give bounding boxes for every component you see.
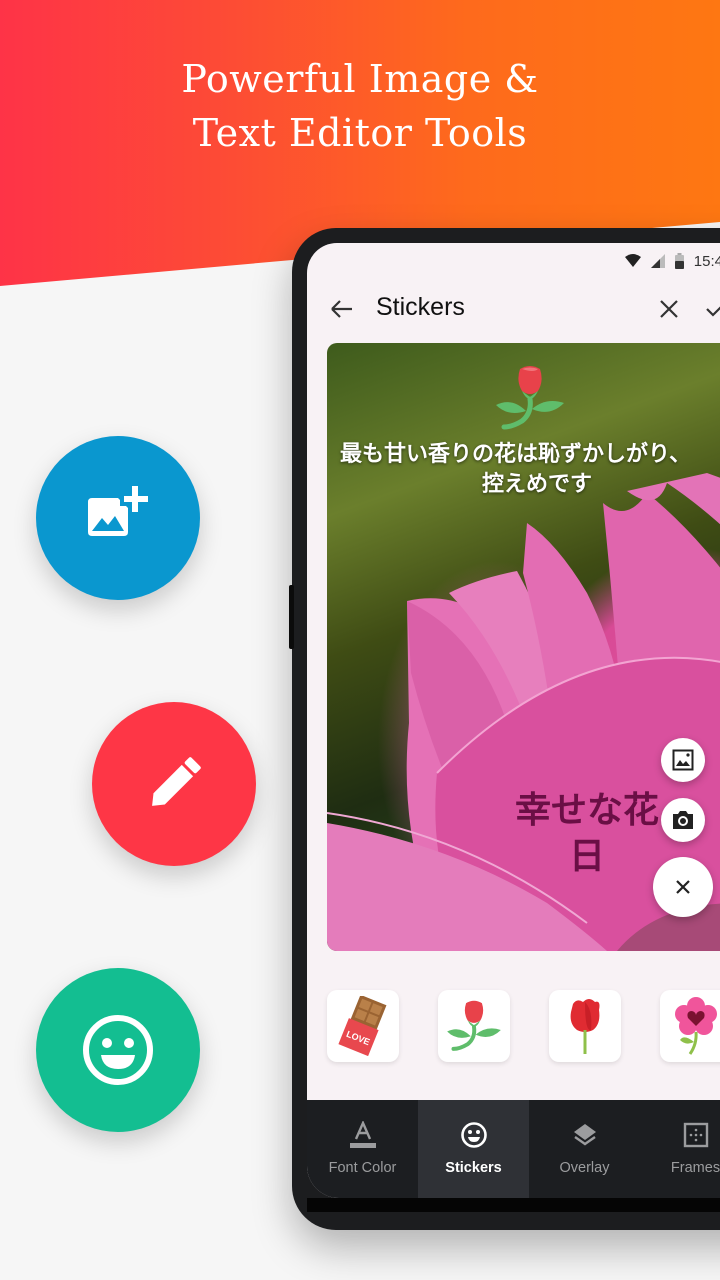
sticker-heart-flower[interactable] [660,990,720,1062]
sticker-red-rose[interactable] [549,990,621,1062]
page-title: Stickers [376,293,465,321]
phone-bottom-bezel [307,1198,720,1212]
quote-text-line-2[interactable]: 控えめです [327,469,720,499]
close-fab-button[interactable] [653,857,713,917]
rose-sticker[interactable] [492,363,568,433]
sticker-strip: LOVE [307,978,720,1068]
tab-font-color[interactable]: Font Color [307,1100,418,1198]
layers-icon [573,1124,596,1146]
phone-side-button [289,585,294,649]
close-icon[interactable] [657,297,681,321]
bottom-tab-bar: Font Color Stickers Overlay Frames [307,1100,720,1198]
smiley-icon [460,1122,487,1148]
quote-text-line-1[interactable]: 最も甘い香りの花は恥ずかしがり、 [327,439,691,469]
status-bar: 15:4 [624,249,720,273]
feature-stickers [36,968,200,1132]
battery-icon [674,253,684,269]
headline-line-1: Powerful Image & [181,57,539,101]
font-color-icon [349,1121,376,1148]
tab-overlay-label: Overlay [559,1160,610,1176]
chocolate-icon: LOVE [338,996,387,1056]
camera-button[interactable] [661,798,705,842]
red-rose-icon [570,999,600,1054]
signal-icon [650,254,665,268]
petal-text-line-1: 幸せな花 [514,789,659,830]
sticker-rose-with-leaves[interactable] [438,990,510,1062]
promo-headline: Powerful Image & Text Editor Tools [0,52,720,160]
heart-flower-icon [675,997,717,1055]
tab-stickers[interactable]: Stickers [418,1100,529,1198]
image-icon [672,749,694,771]
arrow-left-icon[interactable] [329,297,355,321]
camera-icon [673,811,693,829]
check-icon[interactable] [705,297,720,321]
pencil-icon [152,757,201,806]
tab-overlay[interactable]: Overlay [529,1100,640,1198]
feature-edit-text [92,702,256,866]
wifi-icon [624,254,641,267]
tab-frames-label: Frames [670,1160,720,1176]
tab-font-color-label: Font Color [328,1160,397,1176]
app-toolbar: Stickers [307,287,720,331]
petal-text[interactable]: 幸せな花 日 [487,787,687,879]
tab-stickers-label: Stickers [445,1160,502,1176]
close-icon [676,880,690,894]
sticker-chocolate-love[interactable]: LOVE [327,990,399,1062]
image-canvas[interactable]: 最も甘い香りの花は恥ずかしがり、 控えめです 幸せな花 日 [327,343,720,951]
smiley-icon [83,1015,153,1085]
tab-frames[interactable]: Frames [640,1100,720,1198]
headline-line-2: Text Editor Tools [192,111,528,155]
app-screen: 15:4 Stickers 最も甘い香りの花は恥ずかしがり、 控えめです 幸せな… [307,243,720,1198]
rose-icon [447,1000,501,1051]
gallery-button[interactable] [661,738,705,782]
feature-add-image [36,436,200,600]
frame-icon [683,1122,708,1148]
add-photo-icon [88,486,148,536]
status-time: 15:4 [693,252,720,270]
